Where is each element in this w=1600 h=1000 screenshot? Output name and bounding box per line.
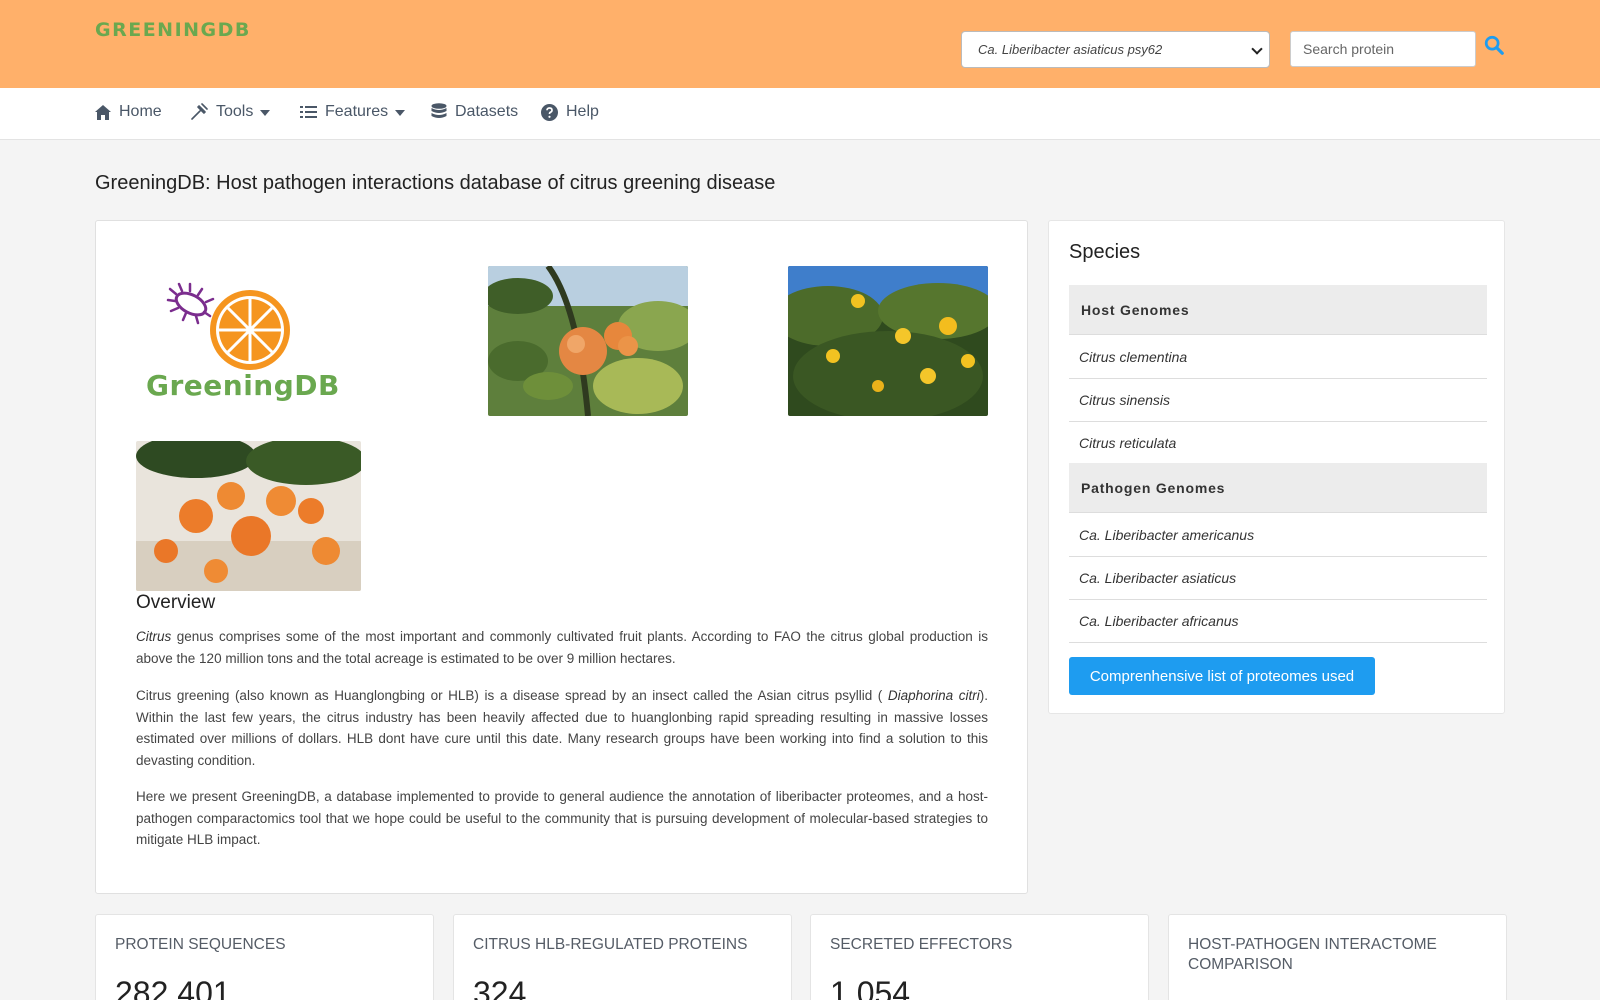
bacterium-icon [166,282,215,325]
site-brand[interactable]: GREENINGDB [95,19,251,41]
overview-paragraph-3: Here we present GreeningDB, a database i… [136,789,988,847]
stat-card-interactome-comparison[interactable]: HOST-PATHOGEN INTERACTOME COMPARISON [1168,914,1507,1000]
species-item-citrus-sinensis[interactable]: Citrus sinensis [1069,379,1487,422]
nav-help-label: Help [566,103,599,120]
host-genomes-header: Host Genomes [1069,285,1487,335]
diaphorina-text: Diaphorina citri [887,688,980,703]
list-icon [300,106,317,118]
stat-label: CITRUS HLB-REGULATED PROTEINS [473,936,748,953]
stat-label: SECRETED EFFECTORS [830,936,1013,953]
stat-card-secreted-effectors[interactable]: SECRETED EFFECTORS 1,054 [810,914,1149,1000]
stat-value: 1,054 [830,975,911,1000]
species-select-value: Ca. Liberibacter asiaticus psy62 [978,42,1163,57]
citrus-genus-text: Citrus [136,629,172,644]
stat-value: 282,401 [115,975,231,1000]
para2-start-text: Citrus greening (also known as Huanglong… [136,688,888,703]
greeningdb-logo: GreeningDB [136,266,339,416]
main-panel: GreeningDB Overview Citrus genus compris… [95,220,1028,894]
species-item-citrus-reticulata[interactable]: Citrus reticulata [1069,422,1487,465]
photo-orange-cluster [136,441,361,591]
nav-features[interactable]: Features [300,103,406,121]
home-icon [95,104,111,120]
caret-down-icon [395,110,406,116]
tools-icon [191,103,208,120]
stat-card-hlb-regulated-proteins[interactable]: CITRUS HLB-REGULATED PROTEINS 324 [453,914,792,1000]
page-title: GreeningDB: Host pathogen interactions d… [95,172,776,194]
stat-label: HOST-PATHOGEN INTERACTOME COMPARISON [1188,936,1437,973]
nav-features-label: Features [325,103,389,120]
site-header: GREENINGDB Ca. Liberibacter asiaticus ps… [0,0,1600,88]
species-select[interactable]: Ca. Liberibacter asiaticus psy62 [961,31,1270,68]
proteomes-list-button[interactable]: Comprenhensive list of proteomes used [1069,657,1375,695]
chevron-down-icon [1251,43,1263,55]
photo-oranges-on-tree [488,266,688,416]
caret-down-icon [260,110,271,116]
nav-datasets[interactable]: Datasets [431,103,518,121]
nav-home-label: Home [119,103,162,120]
search-button[interactable] [1483,34,1511,62]
species-item-ca-liberibacter-americanus[interactable]: Ca. Liberibacter americanus [1069,514,1487,557]
nav-datasets-label: Datasets [455,103,519,120]
database-icon [431,103,447,118]
stat-label: PROTEIN SEQUENCES [115,936,286,953]
photo-citrus-tree [788,266,988,416]
main-nav: Home Tools Features Datasets Help [0,88,1600,140]
stat-value: 324 [473,975,527,1000]
nav-help[interactable]: Help [541,103,599,121]
species-item-citrus-clementina[interactable]: Citrus clementina [1069,336,1487,379]
species-item-ca-liberibacter-asiaticus[interactable]: Ca. Liberibacter asiaticus [1069,557,1487,600]
overview-paragraph-2: Citrus greening (also known as Huanglong… [136,685,988,771]
species-heading: Species [1069,241,1141,263]
nav-home[interactable]: Home [95,103,162,121]
orange-slice-icon [210,290,290,370]
overview-heading: Overview [136,592,216,613]
stat-card-protein-sequences[interactable]: PROTEIN SEQUENCES 282,401 [95,914,434,1000]
logo-wordmark: GreeningDB [146,369,340,402]
help-icon [541,103,558,121]
search-protein-input[interactable] [1290,31,1476,67]
search-icon [1484,35,1504,55]
nav-tools-label: Tools [216,103,254,120]
overview-paragraph-1: Citrus genus comprises some of the most … [136,626,988,669]
pathogen-genomes-header: Pathogen Genomes [1069,463,1487,513]
nav-tools[interactable]: Tools [190,103,271,121]
para1-text: genus comprises some of the most importa… [136,629,988,666]
species-item-ca-liberibacter-africanus[interactable]: Ca. Liberibacter africanus [1069,600,1487,643]
species-panel: Species Host Genomes Citrus clementina C… [1048,220,1505,714]
